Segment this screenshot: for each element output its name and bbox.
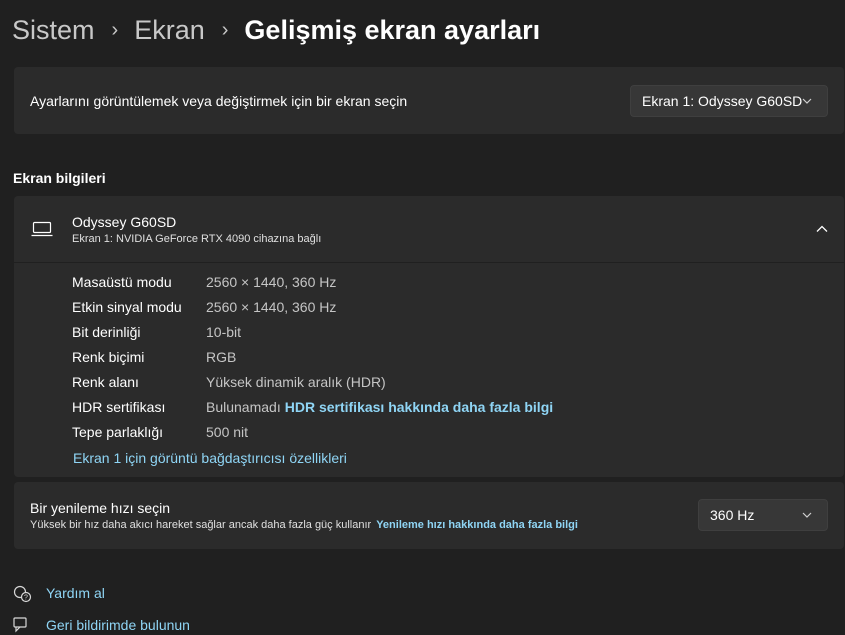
breadcrumb-separator: › bbox=[221, 18, 229, 41]
page-title: Gelişmiş ekran ayarları bbox=[244, 14, 541, 45]
breadcrumb-sistem[interactable]: Sistem bbox=[12, 15, 95, 46]
help-link[interactable]: ? Yardım al bbox=[12, 583, 105, 603]
prop-value: 10-bit bbox=[206, 324, 242, 340]
prop-value: Bulunamadı bbox=[206, 399, 281, 415]
refresh-rate-value: 360 Hz bbox=[710, 507, 755, 523]
refresh-rate-subtitle: Yüksek bir hız daha akıcı hareket sağlar… bbox=[30, 519, 578, 531]
prop-label: Tepe parlaklığı bbox=[72, 424, 164, 440]
prop-value: RGB bbox=[206, 349, 237, 365]
display-select-card: Ayarlarını görüntülemek veya değiştirmek… bbox=[14, 67, 844, 134]
prop-label: Masaüstü modu bbox=[72, 274, 172, 290]
breadcrumb-separator: › bbox=[111, 18, 119, 41]
prop-hdr-certification: HDR sertifikası Bulunamadı HDR sertifika… bbox=[72, 397, 553, 417]
svg-text:?: ? bbox=[24, 595, 28, 602]
prop-label: HDR sertifikası bbox=[72, 399, 166, 415]
refresh-rate-card: Bir yenileme hızı seçin Yüksek bir hız d… bbox=[14, 482, 844, 549]
prop-value: 2560 × 1440, 360 Hz bbox=[206, 274, 337, 290]
refresh-rate-description: Yüksek bir hız daha akıcı hareket sağlar… bbox=[30, 519, 372, 531]
prop-active-signal-mode: Etkin sinyal modu 2560 × 1440, 360 Hz bbox=[72, 297, 336, 317]
adapter-properties-link[interactable]: Ekran 1 için görüntü bağdaştırıcısı özel… bbox=[73, 450, 347, 466]
display-select-value: Ekran 1: Odyssey G60SD bbox=[642, 93, 803, 109]
refresh-rate-info-link[interactable]: Yenileme hızı hakkında daha fazla bilgi bbox=[376, 519, 578, 531]
help-icon: ? bbox=[13, 585, 32, 603]
hdr-info-link[interactable]: HDR sertifikası hakkında daha fazla bilg… bbox=[285, 399, 553, 415]
refresh-rate-dropdown[interactable]: 360 Hz bbox=[698, 499, 828, 531]
device-name: Odyssey G60SD bbox=[72, 214, 177, 230]
prop-bit-depth: Bit derinliği 10-bit bbox=[72, 322, 241, 342]
prop-label: Renk alanı bbox=[72, 374, 139, 390]
prop-value: Yüksek dinamik aralık (HDR) bbox=[206, 374, 386, 390]
feedback-link[interactable]: Geri bildirimde bulunun bbox=[12, 615, 190, 635]
chevron-down-icon bbox=[802, 98, 812, 104]
display-select-dropdown[interactable]: Ekran 1: Odyssey G60SD bbox=[630, 85, 828, 117]
help-label: Yardım al bbox=[46, 585, 105, 601]
prop-desktop-mode: Masaüstü modu 2560 × 1440, 360 Hz bbox=[72, 272, 336, 292]
display-info-header[interactable]: Odyssey G60SD Ekran 1: NVIDIA GeForce RT… bbox=[14, 196, 844, 262]
prop-value: 500 nit bbox=[206, 424, 249, 440]
section-title-display-info: Ekran bilgileri bbox=[13, 170, 106, 186]
breadcrumb: Sistem › Ekran › Gelişmiş ekran ayarları bbox=[12, 10, 540, 50]
prop-color-space: Renk alanı Yüksek dinamik aralık (HDR) bbox=[72, 372, 386, 392]
refresh-rate-title: Bir yenileme hızı seçin bbox=[30, 500, 171, 516]
prop-peak-brightness: Tepe parlaklığı 500 nit bbox=[72, 422, 248, 442]
feedback-icon bbox=[13, 617, 27, 633]
chevron-down-icon bbox=[802, 512, 812, 518]
chevron-up-icon[interactable] bbox=[815, 222, 829, 236]
prop-label: Etkin sinyal modu bbox=[72, 299, 182, 315]
display-select-label: Ayarlarını görüntülemek veya değiştirmek… bbox=[30, 93, 408, 109]
prop-color-format: Renk biçimi RGB bbox=[72, 347, 236, 367]
prop-label: Bit derinliği bbox=[72, 324, 141, 340]
prop-label: Renk biçimi bbox=[72, 349, 145, 365]
feedback-label: Geri bildirimde bulunun bbox=[46, 617, 190, 633]
prop-value: 2560 × 1440, 360 Hz bbox=[206, 299, 337, 315]
laptop-icon bbox=[31, 221, 53, 237]
display-info-details: Masaüstü modu 2560 × 1440, 360 Hz Etkin … bbox=[14, 263, 844, 477]
device-subtitle: Ekran 1: NVIDIA GeForce RTX 4090 cihazın… bbox=[72, 233, 322, 245]
breadcrumb-ekran[interactable]: Ekran bbox=[134, 15, 205, 46]
